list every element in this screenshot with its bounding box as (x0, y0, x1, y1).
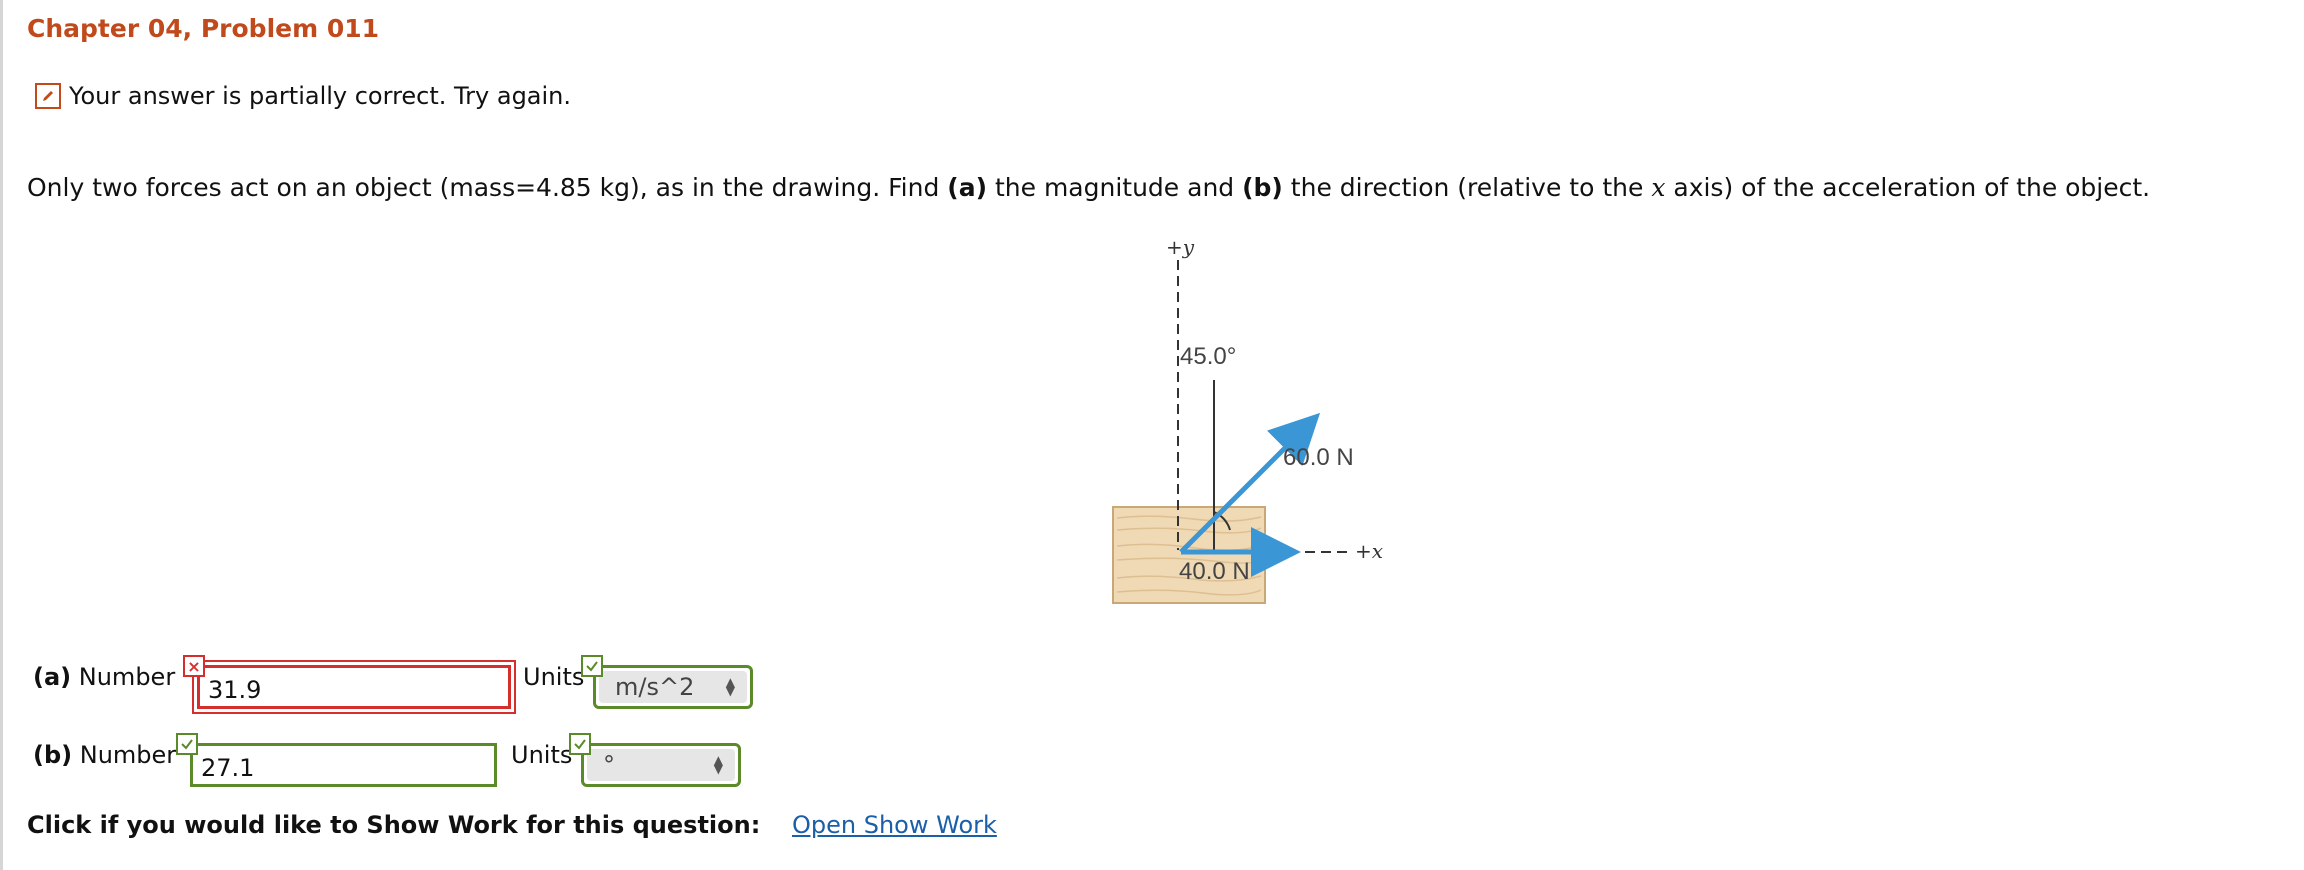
answer-row-b: (b) Number 27.1 Units ° ▲ ▼ (33, 733, 793, 793)
part-b-label: (b) Number (33, 741, 177, 769)
part-a-number-input[interactable]: 31.9 (197, 665, 511, 709)
correct-icon (176, 733, 198, 755)
incorrect-icon: × (183, 655, 205, 677)
part-b-units-select[interactable]: ° ▲ ▼ (581, 743, 741, 787)
select-arrows-icon: ▲ ▼ (725, 675, 735, 698)
part-b-units-value: ° (603, 751, 615, 779)
part-a-units-label: Units (523, 663, 585, 691)
angle-label: 45.0° (1180, 343, 1236, 370)
pencil-icon (35, 83, 61, 109)
show-work-prompt: Click if you would like to Show Work for… (27, 811, 761, 839)
part-b-units-label: Units (511, 741, 573, 769)
answer-row-a: (a) Number 31.9 × Units m/s^2 ▲ ▼ (33, 655, 793, 715)
wooden-block (1112, 506, 1266, 604)
x-axis-label: +x (1355, 539, 1383, 563)
force-diagram: +y 45.0° 60.0 N +x 40.0 N (1112, 235, 1383, 604)
open-show-work-link[interactable]: Open Show Work (792, 811, 997, 839)
part-b-number-input[interactable]: 27.1 (190, 743, 497, 787)
answer-status: Your answer is partially correct. Try ag… (35, 82, 571, 110)
correct-icon (581, 655, 603, 677)
problem-title: Chapter 04, Problem 011 (27, 14, 380, 43)
part-a-units-select[interactable]: m/s^2 ▲ ▼ (593, 665, 753, 709)
question-text: Only two forces act on an object (mass=4… (27, 173, 2151, 202)
correct-icon (569, 733, 591, 755)
select-arrows-icon: ▲ ▼ (713, 753, 723, 776)
force-60-label: 60.0 N (1283, 444, 1354, 471)
part-a-label: (a) Number (33, 663, 176, 691)
status-text: Your answer is partially correct. Try ag… (69, 82, 572, 110)
part-a-units-value: m/s^2 (615, 673, 695, 701)
force-40-label: 40.0 N (1179, 558, 1250, 585)
y-axis-label: +y (1166, 235, 1195, 259)
